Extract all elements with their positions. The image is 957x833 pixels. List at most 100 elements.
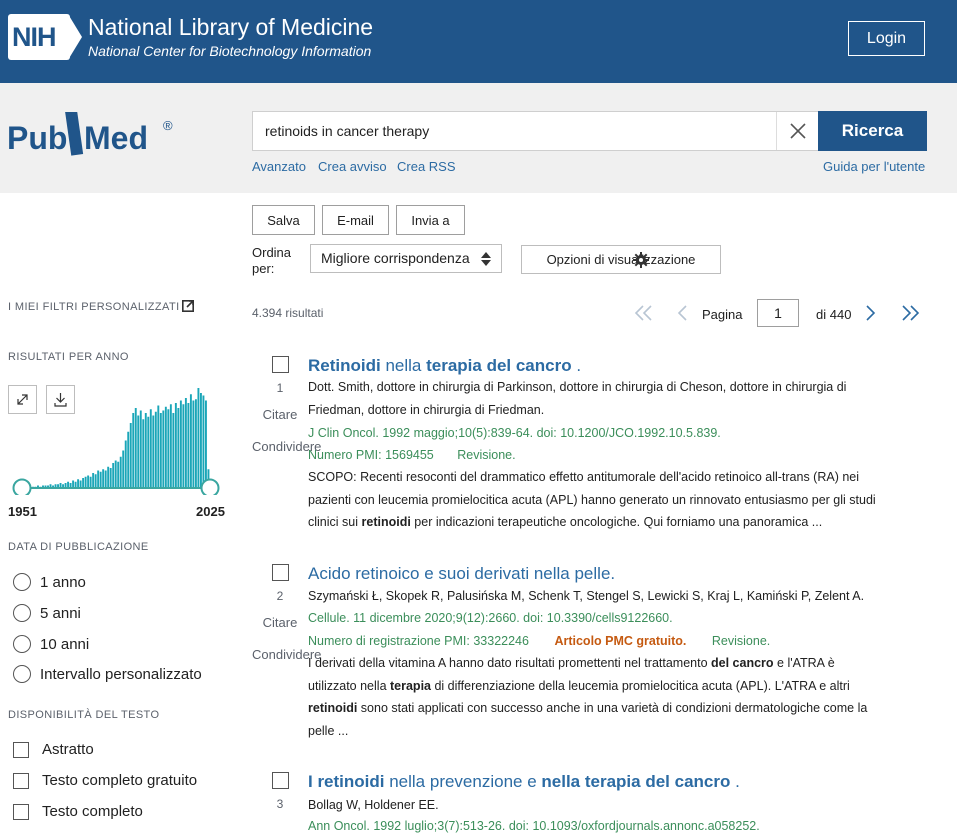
cite-button[interactable]: Citare bbox=[252, 615, 308, 630]
pub-date-custom[interactable]: Intervallo personalizzato bbox=[13, 665, 202, 683]
last-page-icon[interactable] bbox=[900, 304, 920, 322]
histogram-bar[interactable] bbox=[124, 440, 127, 489]
first-page-icon[interactable] bbox=[634, 304, 654, 322]
histogram-bar[interactable] bbox=[87, 475, 90, 489]
histogram-bar[interactable] bbox=[112, 463, 115, 488]
histogram-bar[interactable] bbox=[114, 460, 117, 489]
histogram-bar[interactable] bbox=[182, 404, 185, 488]
pub-date-5y[interactable]: 5 anni bbox=[13, 604, 81, 622]
histogram-bar[interactable] bbox=[92, 473, 95, 488]
filter-full-text[interactable]: Testo completo bbox=[13, 803, 143, 820]
histogram-bar[interactable] bbox=[132, 413, 135, 488]
email-button[interactable]: E-mail bbox=[322, 205, 389, 235]
filter-abstract[interactable]: Astratto bbox=[13, 741, 94, 758]
histogram-bar[interactable] bbox=[77, 479, 80, 488]
results-by-year-histogram[interactable] bbox=[8, 380, 224, 495]
result-title[interactable]: Retinoidi nella terapia del cancro . bbox=[308, 356, 581, 376]
histogram-bar[interactable] bbox=[97, 470, 100, 489]
histogram-bar[interactable] bbox=[99, 471, 102, 488]
checkbox[interactable] bbox=[13, 803, 29, 820]
external-link-icon[interactable] bbox=[182, 300, 194, 312]
pubmed-logo[interactable]: Pub Med ® bbox=[7, 112, 182, 168]
histogram-bar[interactable] bbox=[202, 395, 205, 489]
pub-date-1y[interactable]: 1 anno bbox=[13, 573, 86, 591]
histogram-bar[interactable] bbox=[164, 406, 167, 488]
histogram-bar[interactable] bbox=[102, 469, 105, 488]
user-guide-link[interactable]: Guida per l'utente bbox=[823, 159, 925, 174]
result-checkbox[interactable] bbox=[272, 356, 289, 373]
histogram-bar[interactable] bbox=[147, 416, 150, 488]
histogram-bar[interactable] bbox=[187, 403, 190, 488]
histogram-bar[interactable] bbox=[122, 450, 125, 489]
page-number-input[interactable]: 1 bbox=[757, 299, 799, 327]
search-button[interactable]: Ricerca bbox=[818, 111, 927, 151]
histogram-bar[interactable] bbox=[139, 410, 142, 489]
histogram-bar[interactable] bbox=[194, 399, 197, 488]
save-button[interactable]: Salva bbox=[252, 205, 315, 235]
histogram-bar[interactable] bbox=[199, 393, 202, 488]
histogram-bar[interactable] bbox=[154, 411, 157, 488]
histogram-bar[interactable] bbox=[149, 409, 152, 488]
histogram-bar[interactable] bbox=[172, 413, 175, 488]
histogram-bar[interactable] bbox=[127, 431, 130, 488]
histogram-bar[interactable] bbox=[169, 404, 172, 488]
histogram-bar[interactable] bbox=[142, 419, 145, 488]
histogram-bar[interactable] bbox=[84, 476, 87, 488]
login-button[interactable]: Login bbox=[848, 21, 925, 56]
histogram-bar[interactable] bbox=[197, 388, 200, 488]
radio-button[interactable] bbox=[13, 604, 31, 622]
result-title[interactable]: I retinoidi nella prevenzione e nella te… bbox=[308, 772, 740, 792]
free-pmc-badge[interactable]: Articolo PMC gratuito. bbox=[554, 634, 686, 648]
histogram-bar[interactable] bbox=[192, 400, 195, 489]
radio-button[interactable] bbox=[13, 635, 31, 653]
histogram-bar[interactable] bbox=[89, 476, 92, 488]
histogram-bar[interactable] bbox=[104, 470, 107, 489]
checkbox[interactable] bbox=[13, 741, 29, 758]
histogram-bar[interactable] bbox=[177, 408, 180, 488]
histogram-bar[interactable] bbox=[134, 408, 137, 488]
my-filters-label[interactable]: I MIEI FILTRI PERSONALIZZATI bbox=[8, 301, 180, 313]
histogram-bar[interactable] bbox=[72, 480, 75, 489]
histogram-bar[interactable] bbox=[179, 400, 182, 489]
next-page-icon[interactable] bbox=[863, 304, 877, 322]
histogram-bar[interactable] bbox=[129, 423, 132, 488]
histogram-bar[interactable] bbox=[137, 415, 140, 489]
histogram-bar[interactable] bbox=[107, 466, 110, 488]
radio-button[interactable] bbox=[13, 665, 31, 683]
nih-logo[interactable]: NIH bbox=[8, 14, 70, 60]
year-end-handle[interactable] bbox=[200, 478, 220, 496]
histogram-bar[interactable] bbox=[167, 409, 170, 488]
display-options-button[interactable]: Opzioni di visualizzazione bbox=[521, 245, 721, 274]
advanced-search-link[interactable]: Avanzato bbox=[252, 159, 306, 174]
histogram-bar[interactable] bbox=[119, 456, 122, 488]
year-start-handle[interactable] bbox=[12, 478, 32, 496]
histogram-bar[interactable] bbox=[204, 400, 207, 489]
radio-button[interactable] bbox=[13, 573, 31, 591]
histogram-bar[interactable] bbox=[152, 415, 155, 489]
histogram-bar[interactable] bbox=[117, 461, 120, 488]
create-alert-link[interactable]: Crea avviso bbox=[318, 159, 387, 174]
histogram-bar[interactable] bbox=[174, 403, 177, 488]
pub-date-10y[interactable]: 10 anni bbox=[13, 635, 89, 653]
histogram-bar[interactable] bbox=[79, 480, 82, 489]
search-input[interactable]: retinoids in cancer therapy bbox=[252, 111, 819, 151]
histogram-bar[interactable] bbox=[159, 413, 162, 488]
result-checkbox[interactable] bbox=[272, 772, 289, 789]
histogram-bar[interactable] bbox=[162, 410, 165, 489]
sort-select[interactable]: Migliore corrispondenza bbox=[310, 244, 502, 273]
histogram-bar[interactable] bbox=[82, 478, 85, 488]
filter-free-full-text[interactable]: Testo completo gratuito bbox=[13, 772, 197, 789]
histogram-bar[interactable] bbox=[184, 398, 187, 488]
result-checkbox[interactable] bbox=[272, 564, 289, 581]
checkbox[interactable] bbox=[13, 772, 29, 789]
clear-search-button[interactable] bbox=[776, 112, 816, 150]
create-rss-link[interactable]: Crea RSS bbox=[397, 159, 456, 174]
histogram-bar[interactable] bbox=[109, 468, 112, 488]
cite-button[interactable]: Citare bbox=[252, 407, 308, 422]
send-to-button[interactable]: Invia a bbox=[396, 205, 465, 235]
histogram-bar[interactable] bbox=[189, 394, 192, 488]
histogram-bar[interactable] bbox=[157, 405, 160, 489]
result-title[interactable]: Acido retinoico e suoi derivati nella pe… bbox=[308, 564, 615, 584]
prev-page-icon[interactable] bbox=[676, 304, 690, 322]
histogram-bar[interactable] bbox=[94, 474, 97, 488]
